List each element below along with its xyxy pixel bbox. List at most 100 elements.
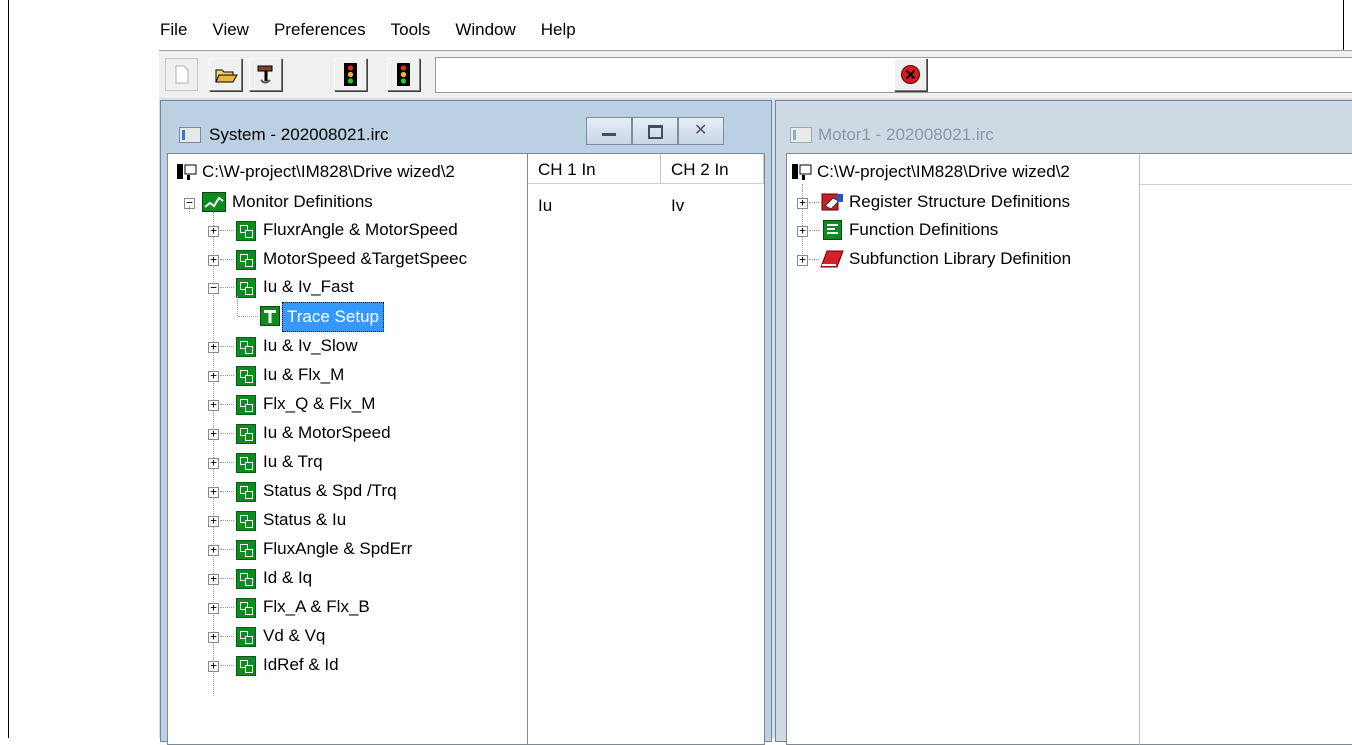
tree-root-row[interactable]: − Monitor Definitions	[176, 188, 506, 216]
toolbar	[159, 50, 1352, 99]
definition-icon	[236, 598, 256, 618]
expand-icon[interactable]: +	[208, 399, 219, 411]
restore-button[interactable]	[632, 117, 678, 145]
definition-icon	[236, 453, 256, 473]
tree-item-label: Register Structure Definitions	[849, 192, 1071, 211]
menu-window[interactable]: Window	[455, 20, 515, 46]
expand-icon[interactable]: +	[208, 573, 219, 585]
channel-list-pane: CH 1 In CH 2 In Iu Iv	[527, 153, 765, 745]
expand-icon[interactable]: +	[208, 428, 219, 440]
tree-line	[220, 520, 234, 521]
run-step-button[interactable]	[387, 58, 420, 91]
open-button[interactable]	[209, 58, 242, 91]
window-icon	[179, 127, 201, 143]
tree-item-label: MotorSpeed &TargetSpeec	[263, 249, 468, 268]
definition-icon	[236, 540, 256, 560]
tree-line	[220, 259, 234, 260]
tree-line	[220, 636, 234, 637]
tree-line	[237, 296, 238, 316]
traffic-light-icon	[397, 63, 410, 86]
stop-button[interactable]	[894, 58, 927, 91]
expand-icon[interactable]: +	[208, 457, 219, 469]
register-icon	[821, 193, 843, 211]
tree-item-label: Subfunction Library Definition	[849, 249, 1072, 268]
run-button[interactable]	[334, 58, 367, 91]
expand-icon[interactable]: +	[208, 660, 219, 672]
tree-item-label: Flx_Q & Flx_M	[263, 394, 376, 413]
library-book-icon	[820, 250, 844, 268]
tree-line	[220, 665, 234, 666]
menu-tools[interactable]: Tools	[391, 20, 431, 46]
tree-item-label-selected: Trace Setup	[282, 302, 384, 332]
expand-icon[interactable]: +	[208, 341, 219, 353]
tree-line	[809, 259, 819, 260]
minimize-button[interactable]	[586, 117, 632, 145]
expand-icon[interactable]: +	[208, 225, 219, 237]
build-button[interactable]	[249, 58, 282, 91]
tree-line	[220, 375, 234, 376]
expand-icon[interactable]: +	[208, 631, 219, 643]
stop-icon	[901, 65, 920, 84]
expand-icon[interactable]: +	[208, 544, 219, 556]
system-window: System - 202008021.irc ✕ C:\W-project\IM…	[160, 100, 772, 745]
tree-line	[220, 462, 234, 463]
expand-icon[interactable]: +	[208, 370, 219, 382]
tree-line	[809, 202, 819, 203]
definition-icon	[236, 627, 256, 647]
new-file-button[interactable]	[165, 58, 198, 91]
motor-tree-pane: C:\W-project\IM828\Drive wized\2 + Regis…	[786, 153, 1141, 745]
column-header-empty	[1140, 154, 1352, 185]
build-hammer-icon	[257, 65, 273, 84]
system-window-title: System - 202008021.irc	[209, 125, 389, 144]
tree-line	[220, 433, 234, 434]
definition-icon	[236, 395, 256, 415]
column-header-ch1[interactable]: CH 1 In	[528, 154, 661, 184]
expand-icon[interactable]: +	[797, 197, 808, 209]
monitor-tree-pane: C:\W-project\IM828\Drive wized\2 − Monit…	[167, 153, 529, 745]
tree-item-label: Vd & Vq	[263, 626, 326, 645]
computer-icon	[792, 164, 812, 180]
ch1-value: Iu	[538, 196, 553, 215]
system-window-titlebar[interactable]: System - 202008021.irc ✕	[161, 101, 771, 151]
restore-icon	[648, 125, 663, 139]
definition-icon	[236, 511, 256, 531]
expand-icon[interactable]: +	[208, 486, 219, 498]
tree-line	[809, 230, 819, 231]
tree-item-label: Flx_A & Flx_B	[263, 597, 370, 616]
motor-detail-pane	[1139, 153, 1352, 745]
tree-item-label: Iu & MotorSpeed	[263, 423, 391, 442]
definition-icon	[236, 221, 256, 241]
definition-icon	[236, 424, 256, 444]
menu-file[interactable]: File	[160, 20, 187, 46]
tree-path-label: C:\W-project\IM828\Drive wized\2	[202, 162, 455, 181]
column-header-ch2[interactable]: CH 2 In	[661, 154, 764, 184]
close-button[interactable]: ✕	[678, 117, 724, 145]
collapse-icon[interactable]: −	[208, 282, 219, 294]
tree-item-label: FluxrAngle & MotorSpeed	[263, 220, 458, 239]
menu-view[interactable]: View	[212, 20, 249, 46]
definition-icon	[236, 569, 256, 589]
expand-icon[interactable]: +	[208, 515, 219, 527]
expand-icon[interactable]: +	[208, 254, 219, 266]
trace-icon	[260, 306, 280, 326]
expand-icon[interactable]: +	[797, 225, 808, 237]
minimize-icon	[602, 133, 616, 136]
definition-icon	[236, 250, 256, 270]
menu-help[interactable]: Help	[541, 20, 576, 46]
new-file-icon	[175, 65, 189, 84]
expand-icon[interactable]: +	[208, 602, 219, 614]
computer-icon	[177, 164, 197, 180]
tree-line	[238, 316, 258, 317]
tree-item-label: Iu & Iv_Slow	[263, 336, 358, 355]
motor-window-titlebar[interactable]: Motor1 - 202008021.irc	[776, 101, 1352, 151]
menu-bar: File View Preferences Tools Window Help	[160, 20, 601, 46]
tree-line	[220, 404, 234, 405]
tree-item-label: Iu & Iv_Fast	[263, 277, 354, 296]
motor-window-title: Motor1 - 202008021.irc	[818, 125, 994, 144]
tree-line	[189, 206, 190, 214]
menu-preferences[interactable]: Preferences	[274, 20, 366, 46]
expand-icon[interactable]: +	[797, 254, 808, 266]
close-icon: ✕	[694, 122, 708, 139]
tree-line	[220, 491, 234, 492]
definition-icon	[236, 278, 256, 298]
